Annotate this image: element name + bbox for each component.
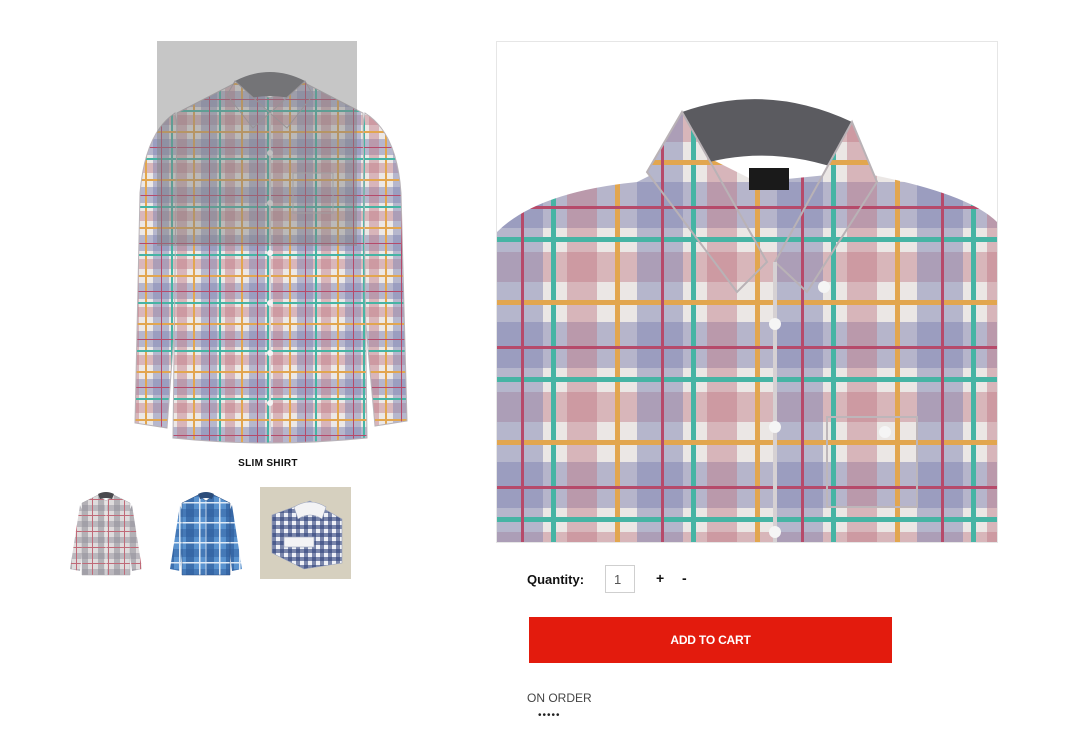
- thumbnail-strip: [60, 487, 351, 579]
- quantity-decrease-button[interactable]: -: [682, 571, 687, 585]
- plaid-shirt-photo: [134, 71, 408, 443]
- plaid-shirt-collar-zoom: [497, 42, 997, 542]
- grey-plaid-shirt-thumbnail: [69, 492, 142, 576]
- thumbnail-grey-plaid[interactable]: [60, 487, 151, 579]
- zoom-preview-pane: [496, 41, 998, 543]
- quantity-input[interactable]: [605, 565, 635, 593]
- product-name: SLIM SHIRT: [238, 458, 298, 469]
- add-to-cart-button[interactable]: ADD TO CART: [529, 617, 892, 663]
- thumbnail-blue-plaid[interactable]: [160, 487, 251, 579]
- navy-gingham-folded-shirt-thumbnail: [271, 500, 342, 570]
- availability-status: ON ORDER: [527, 691, 592, 705]
- product-main-image[interactable]: [80, 40, 460, 450]
- thumbnail-navy-gingham[interactable]: [260, 487, 351, 579]
- rating-dots: •••••: [538, 710, 561, 721]
- quantity-increase-button[interactable]: +: [656, 571, 664, 585]
- quantity-label: Quantity:: [527, 572, 585, 587]
- blue-plaid-shirt-thumbnail: [169, 492, 242, 576]
